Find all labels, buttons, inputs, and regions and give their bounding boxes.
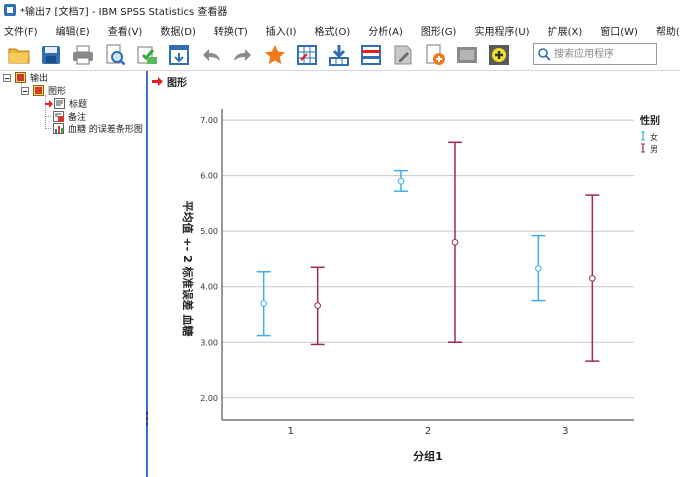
legend-label-male: 男: [650, 145, 658, 154]
search-input[interactable]: [551, 45, 654, 63]
save-icon[interactable]: [38, 42, 64, 68]
outline-label-graph: 图形: [48, 87, 67, 97]
variables-icon[interactable]: [358, 42, 384, 68]
menu-insert[interactable]: 插入(I): [266, 23, 297, 38]
legend-title: 性别: [639, 114, 660, 127]
search-field[interactable]: [533, 43, 657, 65]
menu-format[interactable]: 格式(O): [315, 23, 351, 38]
add-icon[interactable]: [486, 42, 512, 68]
tree-connector: [45, 128, 51, 129]
error-bar-male-2-mean-marker: [451, 238, 459, 246]
designate-window-icon[interactable]: [390, 42, 416, 68]
redo-icon[interactable]: [230, 42, 256, 68]
chart-item-icon: [53, 123, 64, 134]
outline-label-title: 标题: [69, 100, 88, 110]
export-icon[interactable]: [134, 42, 160, 68]
menu-window[interactable]: 窗口(W): [600, 23, 638, 38]
goto-case-icon[interactable]: [294, 42, 320, 68]
y-tick-label: 3.00: [200, 338, 218, 347]
goto-variable-icon[interactable]: [326, 42, 352, 68]
error-bar-female-3-mean-marker: [535, 265, 542, 272]
open-folder-icon[interactable]: [6, 42, 32, 68]
menu-analyze[interactable]: 分析(A): [368, 23, 403, 38]
error-bar-female-2-mean-marker: [397, 177, 405, 185]
error-bar-male-3-mean-marker: [589, 275, 596, 282]
y-tick-label: 2.00: [200, 394, 218, 403]
print-preview-icon[interactable]: [102, 42, 128, 68]
title-bar: *输出7 [文档7] - IBM SPSS Statistics 查看器: [0, 0, 680, 20]
run-icon[interactable]: [454, 42, 480, 68]
print-icon[interactable]: [70, 42, 96, 68]
title-item-icon: [54, 98, 65, 109]
selected-arrow-icon: [45, 99, 53, 108]
x-tick-label: 1: [287, 426, 293, 437]
menu-data[interactable]: 数据(D): [160, 23, 196, 38]
search-icon: [538, 48, 551, 61]
y-tick-label: 7.00: [200, 116, 218, 125]
menu-help[interactable]: 帮助(H): [656, 23, 680, 38]
y-tick-label: 6.00: [200, 172, 218, 181]
error-bar-female-1-mean-marker: [260, 300, 267, 307]
menu-utilities[interactable]: 实用程序(U): [474, 23, 529, 38]
menu-edit[interactable]: 编辑(E): [56, 23, 90, 38]
recall-dialog-icon[interactable]: [166, 42, 192, 68]
window-title: *输出7 [文档7] - IBM SPSS Statistics 查看器: [20, 6, 228, 18]
notes-item-icon: [53, 111, 64, 122]
create-script-icon[interactable]: [422, 42, 448, 68]
collapse-icon[interactable]: [3, 73, 11, 82]
menu-file[interactable]: 文件(F): [4, 23, 38, 38]
output-content-pane: 图形 2.00 3.00 4.00 5.00 6.00 7.00 1 2 3 分组1 平均值 +- …: [148, 71, 680, 477]
outline-item-chart[interactable]: 血糖 的误差条形图: [53, 122, 143, 135]
error-bar-chart[interactable]: 2.00 3.00 4.00 5.00 6.00 7.00 1 2 3 分组1 平均值 +- 2 标…: [148, 71, 680, 477]
menu-bar: 文件(F) 编辑(E) 查看(V) 数据(D) 转换(T) 插入(I) 格式(O…: [0, 20, 680, 40]
menu-graphs[interactable]: 图形(G): [421, 23, 457, 38]
outline-label-chart: 血糖 的误差条形图: [68, 125, 143, 135]
spss-app-icon: [4, 4, 16, 16]
error-bar-male-1-mean-marker: [314, 302, 321, 309]
outline-item-output[interactable]: 输出: [3, 71, 48, 84]
undo-icon[interactable]: [198, 42, 224, 68]
menu-transform[interactable]: 转换(T): [214, 23, 248, 38]
legend-label-female: 女: [650, 132, 658, 142]
goto-data-icon[interactable]: [262, 42, 288, 68]
menu-view[interactable]: 查看(V): [108, 23, 143, 38]
menu-extensions[interactable]: 扩展(X): [548, 23, 583, 38]
y-tick-label: 5.00: [200, 227, 218, 236]
output-log-icon: [15, 72, 26, 83]
graph-book-icon: [33, 85, 44, 96]
x-tick-label: 3: [562, 426, 568, 437]
outline-item-graph[interactable]: 图形: [21, 84, 66, 97]
outline-item-title[interactable]: 标题: [45, 97, 87, 110]
x-tick-label: 2: [425, 426, 431, 437]
collapse-icon[interactable]: [21, 86, 29, 95]
y-tick-label: 4.00: [200, 283, 218, 292]
outline-label-output: 输出: [30, 74, 49, 84]
x-axis-label: 分组1: [413, 449, 443, 463]
y-axis-label: 平均值 +- 2 标准误差 血糖: [181, 201, 195, 337]
tree-connector: [45, 116, 51, 117]
outline-pane: 输出 图形 标题 备注 血糖 的误差条形图: [0, 71, 146, 477]
